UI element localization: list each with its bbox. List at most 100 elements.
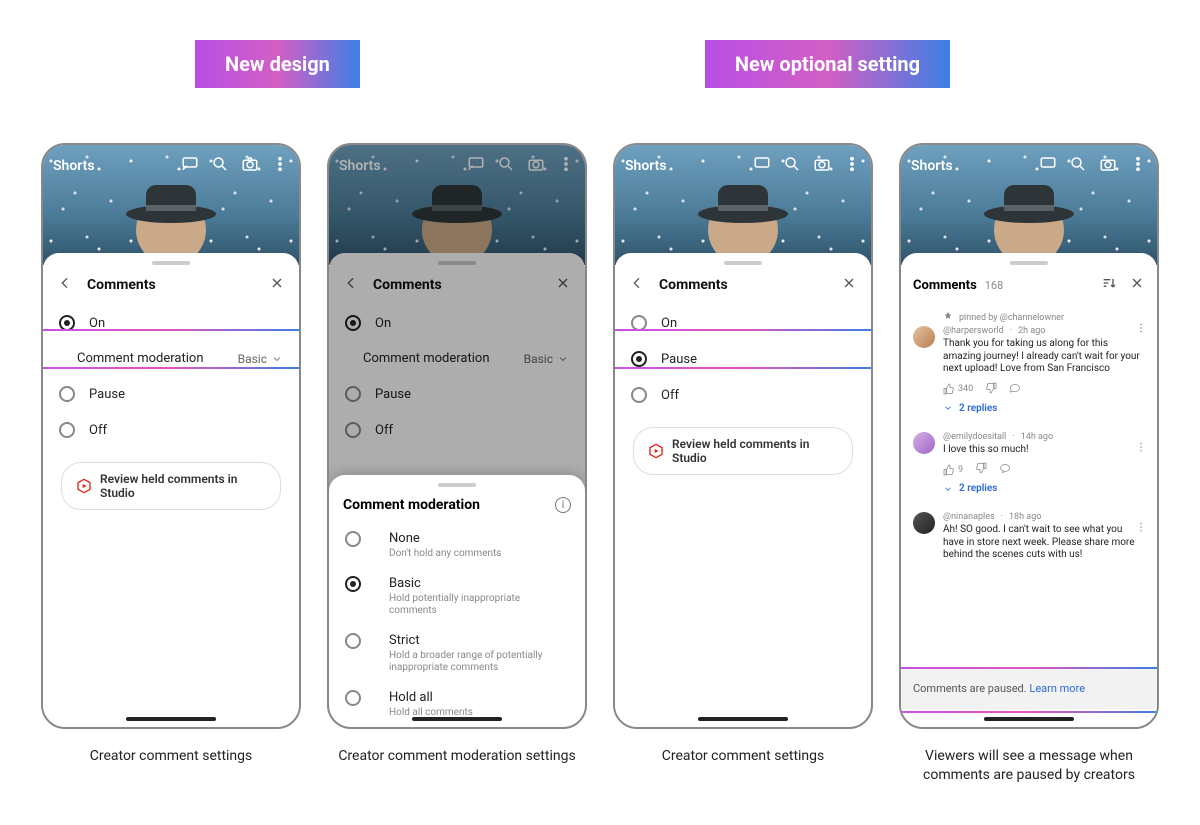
chevron-down-icon — [271, 353, 283, 365]
back-icon[interactable] — [57, 275, 73, 295]
more-icon[interactable] — [545, 155, 575, 177]
reply-icon[interactable] — [999, 462, 1011, 477]
avatar[interactable] — [913, 432, 935, 454]
dislike-icon[interactable] — [975, 462, 987, 477]
badge-new-optional-setting: New optional setting — [705, 40, 950, 88]
replies-link[interactable]: 2 replies — [943, 403, 1145, 414]
subsheet-header: Comment moderation — [329, 487, 585, 523]
col-3: Shorts Comments — [613, 143, 873, 785]
home-indicator — [126, 717, 216, 721]
like-icon[interactable]: 340 — [943, 383, 973, 395]
comment-text: Thank you for taking us along for this a… — [943, 338, 1145, 376]
close-icon[interactable] — [269, 275, 285, 295]
home-indicator — [412, 717, 502, 721]
subsheet-title: Comment moderation — [343, 497, 480, 513]
cast-icon[interactable] — [169, 155, 199, 177]
moderation-subsheet: Comment moderation NoneDon't hold any co… — [329, 475, 585, 727]
search-icon[interactable] — [199, 155, 229, 177]
close-icon[interactable] — [1129, 275, 1145, 295]
avatar[interactable] — [913, 512, 935, 534]
camera-icon[interactable] — [1087, 155, 1117, 177]
paused-banner: Comments are paused. Learn more — [901, 668, 1157, 709]
camera-icon[interactable] — [515, 155, 545, 177]
comment-more-icon[interactable] — [1135, 518, 1147, 537]
radio-icon — [631, 315, 647, 331]
topbar-label: Shorts — [53, 158, 95, 174]
close-icon[interactable] — [841, 275, 857, 295]
radio-icon — [345, 690, 361, 706]
more-icon[interactable] — [831, 155, 861, 177]
video-background: Shorts — [901, 145, 1157, 265]
phones-row: Shorts Comments — [30, 143, 1170, 785]
camera-icon[interactable] — [801, 155, 831, 177]
option-moderation[interactable]: Comment moderation Basic — [47, 341, 295, 376]
search-icon[interactable] — [485, 155, 515, 177]
comment-more-icon[interactable] — [1135, 319, 1147, 338]
option-pause[interactable]: Pause — [619, 341, 867, 377]
sheet-header: Comments — [615, 265, 871, 305]
caption: Creator comment settings — [662, 747, 825, 766]
more-icon[interactable] — [1117, 155, 1147, 177]
subopt-strict[interactable]: StrictHold a broader range of potentiall… — [329, 625, 585, 682]
home-indicator — [698, 717, 788, 721]
caption: Viewers will see a message when comments… — [899, 747, 1159, 785]
video-subject — [984, 175, 1074, 265]
comment-more-icon[interactable] — [1135, 438, 1147, 457]
badges-row: New design New optional setting — [30, 40, 1170, 88]
home-indicator — [984, 717, 1074, 721]
video-subject — [698, 175, 788, 265]
camera-icon[interactable] — [229, 155, 259, 177]
col-4: Shorts Comments 168 — [899, 143, 1159, 785]
subopt-none[interactable]: NoneDon't hold any comments — [329, 523, 585, 568]
sheet-title: Comments — [87, 277, 156, 293]
learn-more-link[interactable]: Learn more — [1029, 682, 1085, 695]
cast-icon[interactable] — [455, 155, 485, 177]
viewer-header: Comments 168 — [901, 265, 1157, 305]
search-icon[interactable] — [1057, 155, 1087, 177]
badge-new-design: New design — [195, 40, 360, 88]
radio-icon — [59, 422, 75, 438]
radio-icon — [631, 351, 647, 367]
replies-link[interactable]: 2 replies — [943, 483, 1145, 494]
topbar-label: Shorts — [625, 158, 667, 174]
like-icon[interactable]: 9 — [943, 464, 963, 476]
review-chip[interactable]: Review held comments in Studio — [633, 427, 853, 475]
video-background: Shorts — [329, 145, 585, 265]
cast-icon[interactable] — [1027, 155, 1057, 177]
topbar-label: Shorts — [339, 158, 381, 174]
comment-pinned: pinned by @channelowner @harpersworld·2h… — [901, 305, 1157, 424]
chip-label: Review held comments in Studio — [100, 472, 266, 500]
chip-label: Review held comments in Studio — [672, 437, 838, 465]
search-icon[interactable] — [771, 155, 801, 177]
dislike-icon[interactable] — [985, 382, 997, 397]
phone-4: Shorts Comments 168 — [899, 143, 1159, 729]
phone-3: Shorts Comments — [613, 143, 873, 729]
subopt-basic[interactable]: BasicHold potentially inappropriate comm… — [329, 568, 585, 625]
sort-icon[interactable] — [1101, 275, 1117, 295]
video-background: Shorts — [43, 145, 299, 265]
topbar: Shorts — [329, 145, 585, 187]
radio-icon — [345, 576, 361, 592]
more-icon[interactable] — [259, 155, 289, 177]
comment-actions: 9 — [943, 462, 1145, 477]
option-label: Comment moderation — [77, 351, 204, 366]
option-label: Off — [89, 423, 107, 438]
option-on[interactable]: On — [619, 305, 867, 341]
video-background: Shorts — [615, 145, 871, 265]
phone-1: Shorts Comments — [41, 143, 301, 729]
studio-icon — [648, 443, 664, 459]
reply-icon[interactable] — [1009, 382, 1021, 397]
option-off[interactable]: Off — [47, 412, 295, 448]
comment-text: I love this so much! — [943, 444, 1145, 457]
option-pause[interactable]: Pause — [47, 376, 295, 412]
info-icon[interactable] — [555, 497, 571, 513]
comments-sheet: Comments On Comment moderation Basic — [43, 253, 299, 727]
option-on[interactable]: On — [47, 305, 295, 341]
back-icon[interactable] — [629, 275, 645, 295]
cast-icon[interactable] — [741, 155, 771, 177]
topbar: Shorts — [615, 145, 871, 187]
avatar[interactable] — [913, 326, 935, 348]
review-chip[interactable]: Review held comments in Studio — [61, 462, 281, 510]
radio-icon — [345, 633, 361, 649]
option-off[interactable]: Off — [619, 377, 867, 413]
